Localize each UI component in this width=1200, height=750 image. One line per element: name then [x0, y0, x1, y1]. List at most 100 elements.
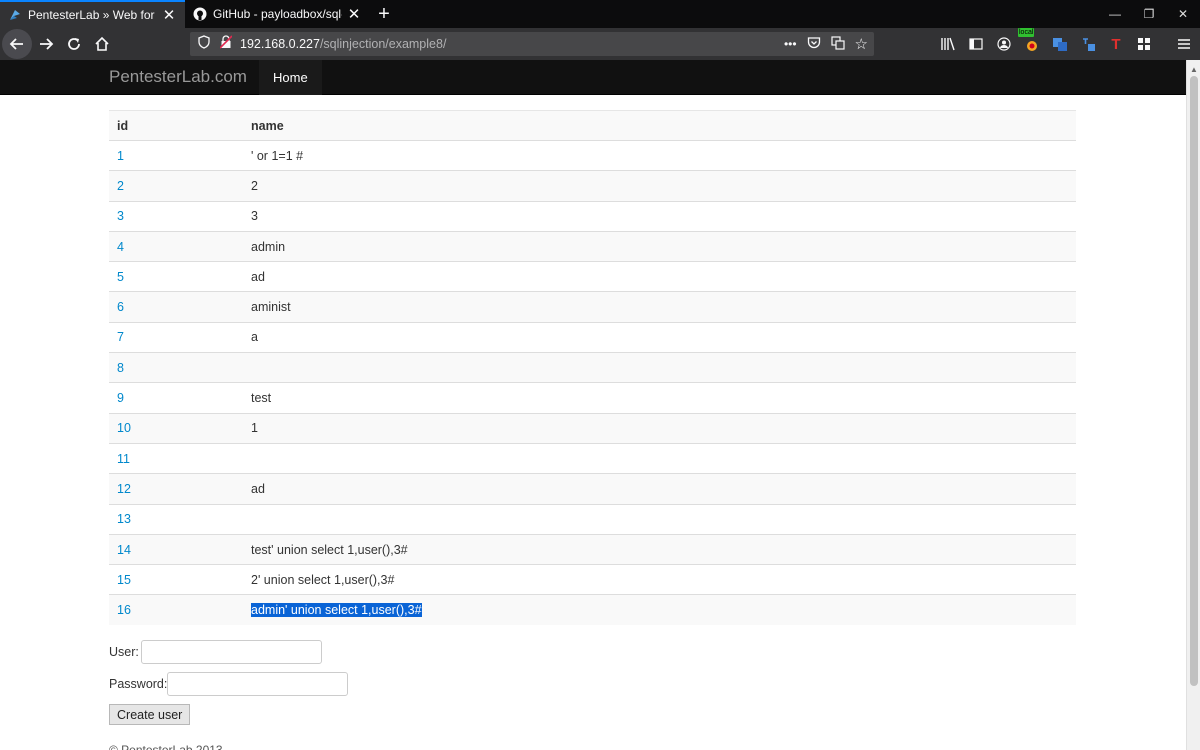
user-label: User:: [109, 645, 139, 659]
extensions-grid-icon[interactable]: [1134, 34, 1154, 54]
row-id-link[interactable]: 13: [109, 503, 243, 535]
table-row: 12 ad: [109, 473, 1076, 505]
row-id-link[interactable]: 12: [109, 473, 243, 505]
row-id-link[interactable]: 9: [109, 382, 243, 414]
row-id-link[interactable]: 2: [109, 170, 243, 202]
row-id-link[interactable]: 4: [109, 230, 243, 262]
close-tab-icon[interactable]: ✕: [346, 6, 362, 23]
back-button[interactable]: [2, 29, 32, 59]
row-id-link[interactable]: 11: [109, 442, 243, 474]
tab-pentesterlab[interactable]: PentesterLab » Web for Pentest ✕: [0, 0, 185, 28]
local-badge: local: [1018, 28, 1035, 37]
users-table: id name 1 ' or 1=1 #2 2 3 3 4 admin 5 ad 6 aminist…: [109, 110, 1076, 626]
table-row: 7a: [109, 321, 1076, 353]
table-row: 22: [109, 170, 1076, 202]
row-name-cell: a: [243, 321, 1076, 353]
table-header-row: id name: [109, 110, 1076, 141]
table-row: 4 admin: [109, 230, 1076, 262]
tab-title: GitHub - payloadbox/sql-inject: [213, 7, 342, 21]
create-user-form: User: Password: Create user: [109, 640, 349, 733]
home-button[interactable]: [88, 30, 116, 58]
page-actions-icon[interactable]: •••: [784, 37, 797, 51]
row-name-cell: aminist: [243, 291, 1076, 323]
footer-text: © PentesterLab 2013: [109, 744, 223, 750]
address-bar[interactable]: 192.168.0.227/sqlinjection/example8/ •••…: [190, 32, 874, 56]
row-name-cell: 2' union select 1,user(),3#: [243, 564, 1076, 595]
bookmark-star-icon[interactable]: ☆: [855, 35, 868, 53]
table-row: 11: [109, 442, 1076, 474]
row-name-cell: 3: [243, 200, 1076, 232]
users-table-container: id name 1 ' or 1=1 #2 2 3 3 4 admin 5 ad 6 aminist…: [109, 110, 1076, 626]
account-icon[interactable]: [994, 34, 1014, 54]
page-scrollbar[interactable]: ▲: [1186, 60, 1200, 750]
row-id-link[interactable]: 8: [109, 352, 243, 383]
translate-icon[interactable]: [830, 35, 845, 53]
row-id-link[interactable]: 7: [109, 321, 243, 353]
translator-extension-icon[interactable]: [1078, 34, 1098, 54]
selected-text: admin' union select 1,user(),3#: [251, 603, 422, 618]
row-name-cell: 1: [243, 412, 1076, 444]
row-id-link[interactable]: 3: [109, 200, 243, 232]
scroll-up-icon[interactable]: ▲: [1187, 62, 1200, 76]
pocket-icon[interactable]: [807, 36, 821, 53]
reload-icon: [68, 38, 80, 50]
user-input[interactable]: [140, 640, 322, 664]
row-id-link[interactable]: 5: [109, 261, 243, 292]
shield-icon[interactable]: [198, 34, 210, 54]
row-name-cell: test' union select 1,user(),3#: [243, 533, 1076, 565]
insecure-lock-icon[interactable]: [219, 34, 233, 54]
row-name-cell: admin: [243, 230, 1076, 262]
close-window-icon[interactable]: ✕: [1166, 0, 1200, 28]
row-name-cell: test: [243, 382, 1076, 414]
row-name-cell: ad: [243, 261, 1076, 292]
tab-github[interactable]: GitHub - payloadbox/sql-inject ✕: [185, 0, 370, 28]
row-id-link[interactable]: 6: [109, 291, 243, 323]
url-path: /sqlinjection/example8/: [319, 37, 447, 51]
home-icon: [95, 36, 109, 51]
row-id-link[interactable]: 1: [109, 139, 243, 171]
brand-link[interactable]: PentesterLab.com: [109, 67, 259, 87]
table-row: 14 test' union select 1,user(),3#: [109, 533, 1076, 565]
row-name-cell: admin' union select 1,user(),3#: [243, 594, 1076, 626]
site-navbar: PentesterLab.com Home: [0, 60, 1186, 95]
minimize-icon[interactable]: —: [1098, 0, 1132, 28]
table-row: 15 2' union select 1,user(),3#: [109, 564, 1076, 595]
restore-icon[interactable]: ❐: [1132, 0, 1166, 28]
column-header-id: id: [109, 110, 243, 141]
nav-home-link[interactable]: Home: [259, 60, 322, 95]
url-text[interactable]: 192.168.0.227/sqlinjection/example8/: [240, 37, 446, 51]
table-row: 5 ad: [109, 261, 1076, 292]
table-row: 1 ' or 1=1 #: [109, 139, 1076, 171]
back-arrow-icon: [9, 38, 23, 50]
row-id-link[interactable]: 15: [109, 564, 243, 595]
row-name-cell: [243, 352, 1076, 383]
password-label: Password:: [109, 677, 168, 691]
t-extension-icon[interactable]: T: [1106, 34, 1126, 54]
scrollbar-thumb[interactable]: [1190, 76, 1198, 686]
library-icon[interactable]: [938, 34, 958, 54]
table-row: 6 aminist: [109, 291, 1076, 323]
page-viewport: PentesterLab.com Home id name 1 ' or 1=1 …: [0, 60, 1186, 750]
table-row: 16 admin' union select 1,user(),3#: [109, 594, 1076, 626]
row-name-cell: ' or 1=1 #: [243, 139, 1076, 171]
row-id-link[interactable]: 16: [109, 594, 243, 626]
table-row: 10 1: [109, 412, 1076, 444]
row-name-cell: 2: [243, 170, 1076, 202]
row-name-cell: [243, 503, 1076, 535]
password-input[interactable]: [167, 672, 349, 696]
reload-button[interactable]: [60, 30, 88, 58]
hamburger-menu-icon[interactable]: [1174, 34, 1194, 54]
extension-local-icon[interactable]: local: [1018, 28, 1042, 54]
create-user-button[interactable]: Create user: [109, 704, 191, 725]
row-id-link[interactable]: 10: [109, 412, 243, 444]
translate-extension-icon[interactable]: [1050, 34, 1070, 54]
close-tab-icon[interactable]: ✕: [161, 7, 177, 24]
forward-button[interactable]: [32, 30, 60, 58]
sidebar-icon[interactable]: [966, 34, 986, 54]
new-tab-button[interactable]: +: [370, 0, 398, 28]
github-icon: [193, 7, 207, 21]
row-id-link[interactable]: 14: [109, 533, 243, 565]
forward-arrow-icon: [40, 38, 54, 50]
column-header-name: name: [243, 110, 1076, 141]
row-name-cell: [243, 442, 1076, 474]
